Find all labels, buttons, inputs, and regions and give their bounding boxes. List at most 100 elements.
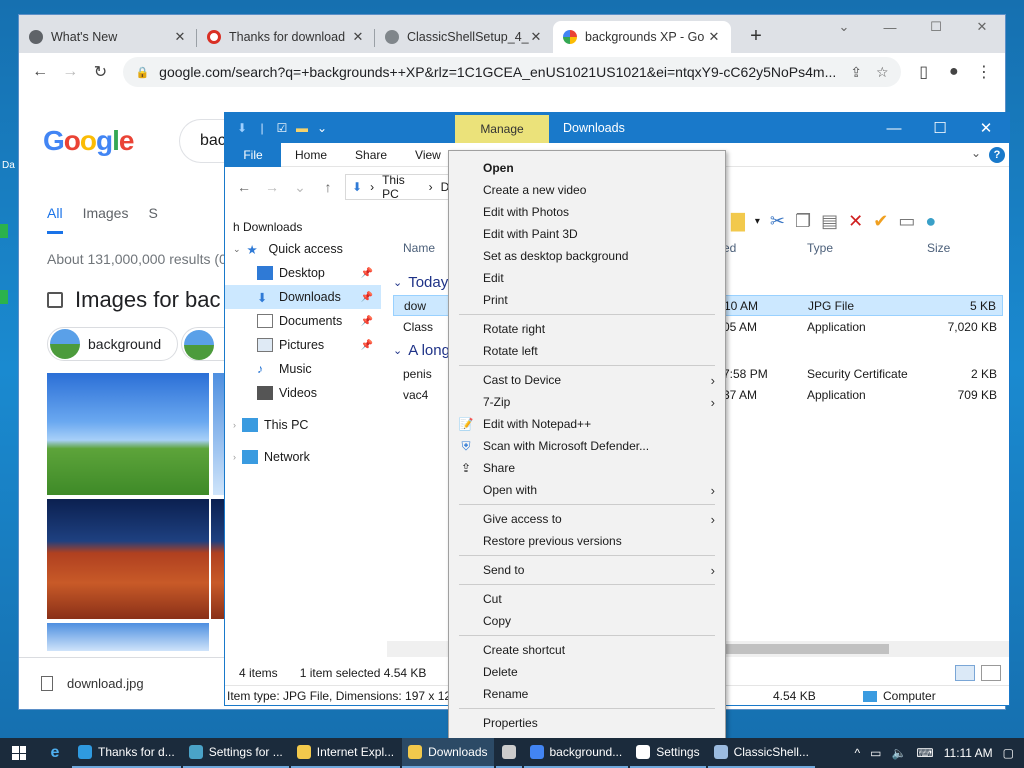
volume-icon[interactable]: 🔈 [891, 746, 906, 760]
menu-item-create-a-new-video[interactable]: Create a new video [449, 179, 725, 201]
cut-icon[interactable]: ✂ [770, 211, 785, 232]
menu-item-rename[interactable]: Rename [449, 683, 725, 705]
image-result-bliss[interactable] [47, 373, 209, 495]
tab-all[interactable]: All [47, 205, 63, 234]
menu-item-print[interactable]: Print [449, 289, 725, 311]
back-button[interactable]: ← [233, 179, 255, 195]
internet-explorer-icon[interactable]: e [38, 738, 72, 768]
ribbon-file[interactable]: File [225, 142, 281, 167]
menu-item-cut[interactable]: Cut [449, 588, 725, 610]
maximize-button[interactable]: ☐ [917, 113, 963, 143]
menu-item-edit-with-notepad[interactable]: 📝 Edit with Notepad++ [449, 413, 725, 435]
tab-backgrounds-xp[interactable]: backgrounds XP - Go ✕ [553, 21, 731, 53]
taskbar-item[interactable]: Thanks for d... [72, 738, 181, 768]
taskbar-item[interactable]: Settings for ... [182, 738, 289, 768]
chip-background[interactable]: background [47, 327, 179, 361]
menu-item-edit-with-paint-3d[interactable]: Edit with Paint 3D [449, 223, 725, 245]
close-tab-icon[interactable]: ✕ [351, 29, 365, 45]
customize-qat-icon[interactable]: ⌄ [315, 121, 329, 135]
profile-avatar[interactable]: ● [941, 57, 967, 87]
properties-icon[interactable]: ☑ [275, 121, 289, 135]
taskbar-item[interactable]: background... [523, 738, 629, 768]
menu-item-rotate-right[interactable]: Rotate right [449, 318, 725, 340]
new-tab-button[interactable]: + [741, 21, 771, 51]
menu-item-open-with[interactable]: Open with › [449, 479, 725, 501]
menu-item-restore-previous-versions[interactable]: Restore previous versions [449, 530, 725, 552]
close-button[interactable]: ✕ [959, 15, 1005, 39]
network-icon[interactable]: ▭ [870, 746, 881, 760]
share-icon[interactable]: ⇪ [850, 64, 862, 81]
close-tab-icon[interactable]: ✕ [529, 29, 543, 45]
large-icons-view-icon[interactable] [981, 665, 1001, 681]
side-panel-icon[interactable]: ▯ [911, 57, 937, 87]
maximize-button[interactable]: ☐ [913, 15, 959, 39]
menu-item-properties[interactable]: Properties [449, 712, 725, 734]
tab-classicshell[interactable]: ClassicShellSetup_4_ ✕ [375, 21, 553, 53]
keyboard-icon[interactable]: ⌨ [916, 746, 933, 760]
back-button[interactable]: ← [27, 57, 53, 87]
menu-item-send-to[interactable]: Send to › [449, 559, 725, 581]
start-button[interactable] [0, 738, 38, 768]
rename-icon[interactable]: ▭ [898, 211, 915, 232]
minimize-button[interactable]: — [867, 15, 913, 39]
taskbar-item[interactable]: Settings [630, 738, 706, 768]
menu-item-edit-with-photos[interactable]: Edit with Photos [449, 201, 725, 223]
close-tab-icon[interactable]: ✕ [707, 29, 721, 45]
google-doodle-logo[interactable]: Google [43, 125, 134, 157]
tab-shopping[interactable]: S [148, 205, 157, 234]
nav-downloads[interactable]: ⬇ Downloads 📌 [225, 285, 381, 309]
ribbon-view[interactable]: View [401, 148, 455, 162]
desktop-icon-label[interactable]: Da [2, 160, 15, 171]
tab-whats-new[interactable]: What's New ✕ [19, 21, 197, 53]
menu-item-create-shortcut[interactable]: Create shortcut [449, 639, 725, 661]
menu-item-7-zip[interactable]: 7-Zip › [449, 391, 725, 413]
reload-button[interactable]: ↻ [87, 57, 113, 87]
clock[interactable]: 11:11 AM [944, 746, 993, 760]
column-type[interactable]: Type [807, 241, 833, 255]
chevron-up-icon[interactable]: ^ [854, 746, 860, 760]
desktop-icon[interactable] [0, 290, 8, 304]
ribbon-share[interactable]: Share [341, 148, 401, 162]
nav-desktop[interactable]: Desktop 📌 [225, 261, 381, 285]
close-button[interactable]: ✕ [963, 113, 1009, 143]
taskbar-item[interactable]: Internet Expl... [290, 738, 401, 768]
dropdown-icon[interactable]: ▾ [755, 216, 760, 227]
chip-partial[interactable] [181, 327, 229, 361]
nav-pictures[interactable]: Pictures 📌 [225, 333, 381, 357]
chevron-down-icon[interactable]: ⌄ [971, 146, 981, 160]
taskbar-item[interactable] [495, 738, 522, 768]
menu-item-scan-with-microsoft-defender[interactable]: ⛨ Scan with Microsoft Defender... [449, 435, 725, 457]
new-folder-icon[interactable]: ▬ [295, 121, 309, 135]
nav-music[interactable]: ♪ Music [225, 357, 381, 381]
address-bar[interactable]: ⬇ › This PC › Do [345, 173, 463, 201]
notifications-icon[interactable]: ▢ [1003, 746, 1014, 760]
download-item[interactable]: download.jpg [67, 676, 144, 691]
chevron-down-icon[interactable]: ⌄ [821, 15, 867, 39]
taskbar-item[interactable]: Downloads [402, 738, 494, 768]
menu-item-give-access-to[interactable]: Give access to › [449, 508, 725, 530]
copy-icon[interactable]: ❐ [795, 211, 811, 232]
check-icon[interactable]: ✔ [873, 211, 888, 232]
breadcrumb-this-pc[interactable]: This PC [382, 173, 421, 201]
menu-item-open[interactable]: Open [449, 157, 725, 179]
menu-item-delete[interactable]: Delete [449, 661, 725, 683]
nav-this-pc[interactable]: › This PC [225, 413, 381, 437]
ribbon-home[interactable]: Home [281, 148, 341, 162]
taskbar-item[interactable]: ClassicShell... [707, 738, 815, 768]
nav-network[interactable]: › Network [225, 445, 381, 469]
up-button[interactable]: ↑ [317, 179, 339, 195]
menu-item-copy[interactable]: Copy [449, 610, 725, 632]
globe-icon[interactable]: ● [925, 211, 936, 232]
recent-locations-button[interactable]: ⌄ [289, 179, 311, 196]
image-result-desert[interactable] [47, 499, 209, 619]
menu-item-set-as-desktop-background[interactable]: Set as desktop background [449, 245, 725, 267]
folder-icon[interactable]: ▇ [731, 211, 745, 232]
menu-icon[interactable]: ⋮ [971, 57, 997, 87]
bookmark-star-icon[interactable]: ☆ [876, 64, 889, 81]
menu-item-cast-to-device[interactable]: Cast to Device › [449, 369, 725, 391]
menu-item-share[interactable]: ⇪ Share [449, 457, 725, 479]
column-name[interactable]: Name [403, 241, 435, 255]
nav-videos[interactable]: Videos [225, 381, 381, 405]
manage-tab[interactable]: Manage [455, 115, 549, 143]
address-bar[interactable]: 🔒 google.com/search?q=+backgrounds++XP&r… [123, 57, 901, 87]
